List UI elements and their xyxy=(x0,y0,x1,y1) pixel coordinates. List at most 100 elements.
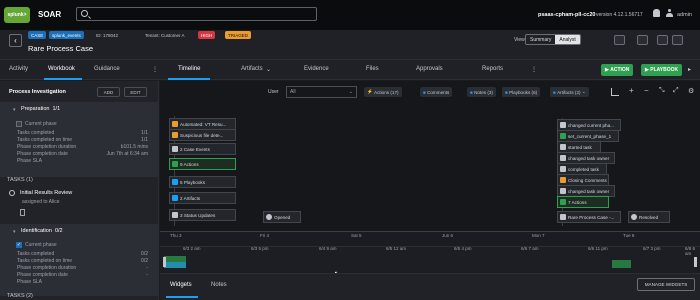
tab-timeline[interactable]: Timeline xyxy=(178,66,200,72)
action-button-label: ACTION xyxy=(610,67,630,73)
mini-axis-label: 6/5 12 am xyxy=(386,246,407,251)
tab-timeline-underline xyxy=(168,78,210,80)
timeline-event[interactable]: Suspicious file dete... xyxy=(169,129,236,141)
timeline-event-resolved[interactable]: Resolved xyxy=(628,211,670,223)
current-phase-checkbox[interactable]: ✓ xyxy=(16,242,22,248)
fit-icon[interactable]: ⤡ xyxy=(659,87,665,95)
collapse-icon[interactable]: ▾ xyxy=(13,229,16,235)
tasks-header: TASKS (2) xyxy=(7,293,33,299)
app-name: SOAR xyxy=(38,10,62,19)
tab-guidance[interactable]: Guidance xyxy=(94,66,120,72)
back-button[interactable]: ‹ xyxy=(9,34,22,47)
event-label: 3 Status Updates xyxy=(180,212,216,218)
global-search-input[interactable] xyxy=(76,7,317,21)
note-icon: ■ xyxy=(470,89,473,95)
collapse-icon[interactable]: ▾ xyxy=(13,107,16,113)
zoom-out-icon[interactable]: − xyxy=(644,86,649,95)
view-analyst-option[interactable]: Analyst xyxy=(555,35,580,44)
timeline-event[interactable]: Rare Process Case -... xyxy=(557,211,621,223)
add-button[interactable]: ADD xyxy=(97,87,120,97)
case-menu-icon[interactable] xyxy=(614,35,625,45)
severity-badge[interactable]: HIGH xyxy=(198,31,216,39)
task-status-icon[interactable] xyxy=(9,190,15,196)
filter-notes[interactable]: ■ Notes (3) xyxy=(467,87,496,97)
artifacts-chevron-down-icon[interactable]: ⌄ xyxy=(266,66,271,73)
axis-label: Sat 5 xyxy=(351,233,362,238)
timeline-event[interactable]: 2 Case Events xyxy=(169,143,236,155)
event-icon xyxy=(560,188,566,194)
timeline-range-navigator[interactable] xyxy=(160,246,700,272)
range-handle-right[interactable] xyxy=(694,257,697,267)
event-icon xyxy=(560,155,566,161)
event-icon xyxy=(631,214,637,220)
filter-artifacts[interactable]: ■ Artifacts (2) ⌄ xyxy=(550,87,589,97)
timeline-event[interactable]: 9 Actions xyxy=(169,158,236,170)
event-icon xyxy=(172,212,178,218)
manage-widgets-button[interactable]: MANAGE WIDGETS xyxy=(637,278,695,291)
axis-label: Tue 8 xyxy=(623,233,635,238)
tab-approvals[interactable]: Approvals xyxy=(416,66,443,72)
mini-axis-label: 6/8 6 am xyxy=(685,246,696,256)
view-label: View xyxy=(514,37,525,43)
next-case-icon[interactable] xyxy=(672,35,683,45)
tab-widgets[interactable]: Widgets xyxy=(170,282,192,288)
event-icon xyxy=(172,179,178,185)
chart-icon[interactable] xyxy=(611,88,619,96)
playbook-button[interactable]: ▶ PLAYBOOK xyxy=(641,64,683,76)
stat-label: Phase completion duration xyxy=(17,144,77,150)
timeline-event[interactable]: 3 Status Updates xyxy=(169,209,236,221)
action-button[interactable]: ▶ ACTION xyxy=(601,64,634,76)
filter-playbooks[interactable]: ■ Playbooks (6) xyxy=(502,87,541,97)
user-name[interactable]: admin xyxy=(677,12,692,18)
tab-workbook[interactable]: Workbook xyxy=(48,66,75,72)
event-label: started task xyxy=(568,144,592,150)
timeline-event[interactable]: 5 Playbooks xyxy=(169,176,236,188)
timeline-event[interactable]: 2 Artifacts xyxy=(169,192,236,204)
stat-label: Phase SLA xyxy=(17,279,43,285)
edit-button[interactable]: EDIT xyxy=(124,87,147,97)
notification-bell-icon[interactable] xyxy=(653,9,660,17)
tab-activity[interactable]: Activity xyxy=(9,66,28,72)
event-label: 2 Case Events xyxy=(180,146,210,152)
activity-bar xyxy=(164,262,186,268)
panel-toggle-icon[interactable]: ▸ xyxy=(688,66,691,73)
left-tabs-more[interactable]: ⋮ xyxy=(152,66,158,73)
main-tabs-more[interactable]: ⋮ xyxy=(531,66,537,73)
stat-value: b101.5 mins xyxy=(120,144,148,150)
user-icon[interactable] xyxy=(666,9,673,17)
filter-comments[interactable]: ■ Comments xyxy=(420,87,453,97)
zoom-in-icon[interactable]: + xyxy=(629,86,634,95)
splunk-logo[interactable]: splunk> xyxy=(4,7,30,23)
stat-label: Tasks completed xyxy=(17,251,55,257)
timeline-event-opened[interactable]: Opened xyxy=(263,211,301,223)
workbook-title: Process Investigation xyxy=(9,89,66,95)
tab-evidence[interactable]: Evidence xyxy=(304,66,329,72)
settings-icon[interactable]: ⚙ xyxy=(688,87,694,95)
view-summary-option[interactable]: Summary xyxy=(526,35,555,44)
user-filter-select[interactable]: All ⌄ xyxy=(286,86,357,98)
timeline-axis xyxy=(160,231,700,232)
more-icon[interactable] xyxy=(637,35,648,45)
tab-reports[interactable]: Reports xyxy=(482,66,503,72)
server-name: psaas-cpham-pll-cc20 xyxy=(538,12,596,18)
view-toggle[interactable]: Summary Analyst xyxy=(525,34,581,45)
event-icon xyxy=(266,214,272,220)
tab-files[interactable]: Files xyxy=(366,66,379,72)
tab-notes[interactable]: Notes xyxy=(211,282,227,288)
status-badge[interactable]: TRIAGED xyxy=(225,31,252,39)
playbook-icon: ■ xyxy=(505,89,508,95)
filter-actions[interactable]: ⚡ Actions (17) xyxy=(364,87,402,97)
case-id: ID: 178042 xyxy=(96,32,119,38)
expand-icon[interactable]: ⤢ xyxy=(673,87,679,95)
stat-value: 0/2 xyxy=(141,258,148,264)
current-phase-checkbox[interactable] xyxy=(16,121,22,127)
task-name[interactable]: Initial Results Review xyxy=(20,190,72,196)
artifact-icon: ■ xyxy=(553,89,556,95)
prev-case-icon[interactable] xyxy=(657,35,668,45)
timeline-event[interactable]: 7 Actions xyxy=(557,196,609,208)
tab-artifacts[interactable]: Artifacts xyxy=(241,66,263,72)
axis-label: Thu 3 xyxy=(170,233,182,238)
range-handle-left[interactable] xyxy=(163,257,166,267)
event-label: changed current pha... xyxy=(568,122,614,128)
document-icon[interactable] xyxy=(20,209,25,216)
